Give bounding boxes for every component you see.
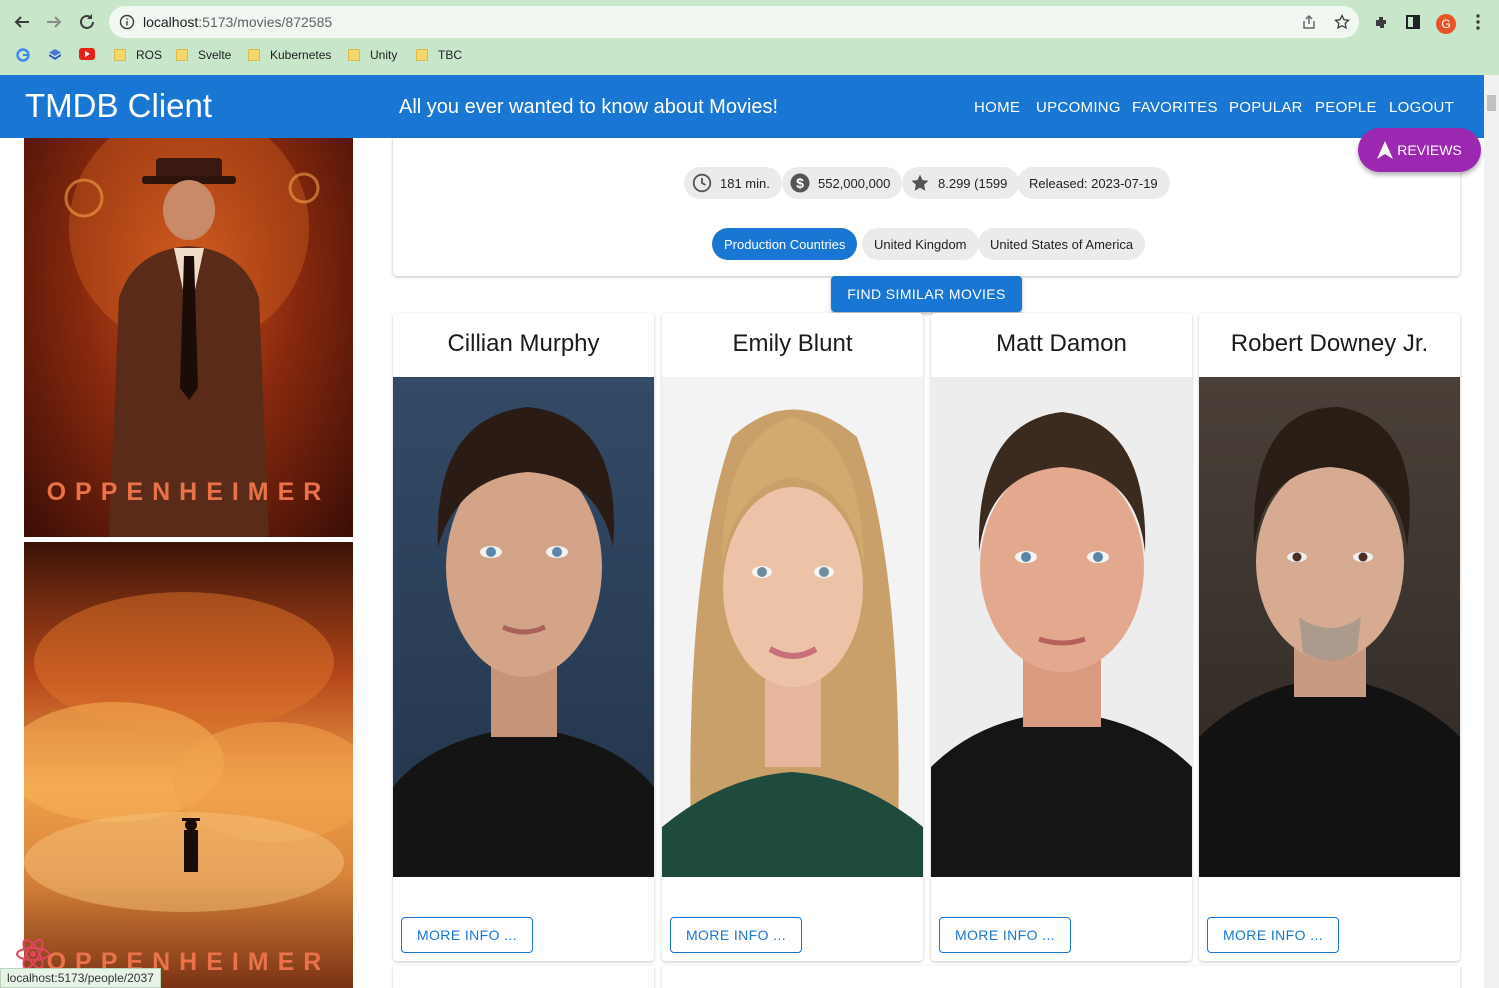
cast-card: Matt Damon MORE INFO ... [931, 313, 1192, 961]
nav-popular[interactable]: POPULAR [1229, 99, 1303, 116]
more-info-button[interactable]: MORE INFO ... [670, 917, 802, 953]
menu-kebab-icon[interactable] [1464, 8, 1492, 36]
cast-card: Robert Downey Jr. MORE INFO ... [1199, 313, 1460, 961]
cast-photo [1199, 377, 1460, 877]
poster-artwork [24, 592, 353, 912]
url-text: localhost:5173/movies/872585 [143, 14, 333, 30]
address-bar[interactable]: localhost:5173/movies/872585 [109, 6, 1359, 38]
cube-bookmark-icon[interactable] [48, 48, 62, 62]
bookmark-folder-tbc[interactable]: TBC [416, 48, 462, 62]
cast-name: Robert Downey Jr. [1230, 330, 1429, 357]
country-chip: United States of America [978, 228, 1146, 260]
cast-photo [662, 377, 923, 877]
extensions-icon[interactable] [1368, 8, 1396, 36]
folder-icon [248, 49, 260, 61]
forward-icon[interactable] [40, 8, 68, 36]
movie-poster: OPPENHEIMER [24, 138, 353, 537]
release-date-chip: Released: 2023-07-19 [1017, 167, 1170, 199]
page-scrollbar[interactable] [1484, 75, 1499, 988]
nav-upcoming[interactable]: UPCOMING [1036, 99, 1121, 116]
more-info-button[interactable]: MORE INFO ... [939, 917, 1071, 953]
find-similar-movies-button[interactable]: FIND SIMILAR MOVIES [831, 276, 1022, 312]
cast-card: Emily Blunt MORE INFO ... [662, 313, 923, 961]
svg-text:$: $ [796, 175, 804, 191]
profile-avatar[interactable]: G [1436, 14, 1456, 34]
cast-card-next-row [662, 966, 1460, 988]
status-bar-url: localhost:5173/people/2037 [0, 968, 161, 988]
nav-logout[interactable]: LOGOUT [1389, 99, 1454, 116]
site-info-icon[interactable] [119, 14, 135, 35]
folder-icon [416, 49, 428, 61]
clock-icon [692, 173, 712, 193]
bookmarks-bar: ROS Svelte Kubernetes Unity TBC [0, 44, 1499, 68]
revenue-chip: $ 552,000,000 [782, 167, 903, 199]
more-info-button[interactable]: MORE INFO ... [1207, 917, 1339, 953]
star-icon [910, 173, 930, 193]
bookmark-star-icon[interactable] [1334, 13, 1350, 35]
scrollbar-thumb[interactable] [1487, 95, 1496, 111]
bookmark-folder-ros[interactable]: ROS [114, 48, 162, 62]
country-chip: United Kingdom [862, 228, 979, 260]
nav-home[interactable]: HOME [974, 99, 1020, 116]
runtime-chip: 181 min. [684, 167, 782, 199]
more-info-button[interactable]: MORE INFO ... [401, 917, 533, 953]
browser-toolbar: localhost:5173/movies/872585 G [0, 4, 1499, 40]
back-icon[interactable] [8, 8, 36, 36]
browser-chrome: localhost:5173/movies/872585 G ROS Svelt… [0, 0, 1499, 75]
cast-photo [393, 377, 654, 877]
tagline: All you ever wanted to know about Movies… [399, 96, 779, 118]
share-icon[interactable] [1301, 14, 1317, 35]
folder-icon [348, 49, 360, 61]
cast-name: Cillian Murphy [447, 330, 600, 357]
brand-title: TMDB Client [25, 87, 213, 124]
movie-details-card: 181 min. $ 552,000,000 8.299 (1599 Relea… [393, 138, 1460, 276]
reload-icon[interactable] [73, 8, 101, 36]
app-bar: TMDB Client All you ever wanted to know … [0, 75, 1484, 138]
folder-icon [114, 49, 126, 61]
cast-name: Emily Blunt [732, 330, 853, 357]
nav-favorites[interactable]: FAVORITES [1132, 99, 1218, 116]
cast-card-next-row [393, 966, 654, 988]
nav-people[interactable]: PEOPLE [1315, 99, 1377, 116]
poster-title: OPPENHEIMER [46, 478, 331, 506]
rating-chip: 8.299 (1599 [902, 167, 1020, 199]
side-panel-icon[interactable] [1399, 8, 1427, 36]
folder-icon [176, 49, 188, 61]
cast-card: Cillian Murphy MORE INFO ... [393, 313, 654, 961]
movie-poster: OPPENHEIMER [24, 542, 353, 988]
production-countries-chip: Production Countries [712, 228, 858, 260]
cast-name: Matt Damon [996, 330, 1127, 357]
reviews-fab[interactable]: REVIEWS [1358, 128, 1481, 172]
google-icon[interactable] [16, 48, 30, 62]
dollar-icon: $ [790, 173, 810, 193]
youtube-icon[interactable] [79, 48, 95, 60]
navigation-arrow-icon [1377, 141, 1394, 159]
bookmark-folder-unity[interactable]: Unity [348, 48, 397, 62]
bookmark-folder-kubernetes[interactable]: Kubernetes [248, 48, 331, 62]
bookmark-folder-svelte[interactable]: Svelte [176, 48, 231, 62]
cast-photo [931, 377, 1192, 877]
